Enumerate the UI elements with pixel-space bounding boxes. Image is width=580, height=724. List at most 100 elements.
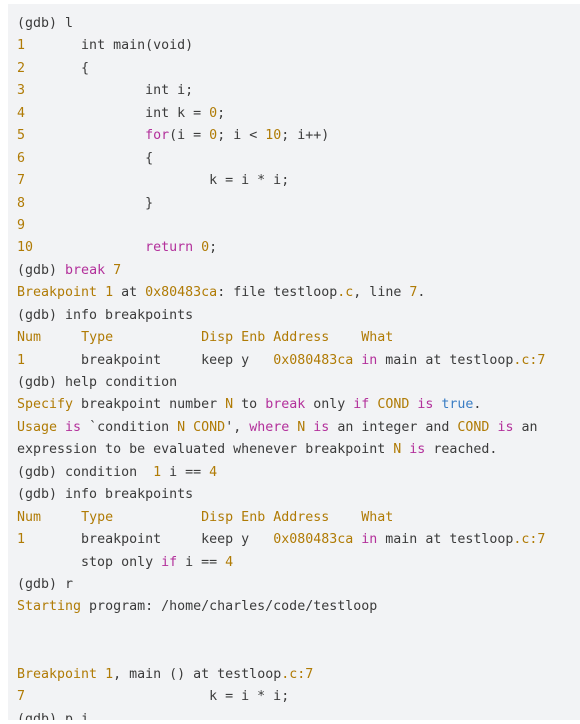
terminal-token: is — [313, 419, 330, 435]
terminal-output-panel[interactable]: (gdb) l1 int main(void) 2 {3 int i; 4 int … — [8, 4, 580, 720]
terminal-token: 6 — [17, 150, 26, 166]
terminal-token: reached. — [425, 442, 498, 458]
terminal-token: 0 — [209, 105, 218, 121]
terminal-token: { — [25, 60, 90, 76]
terminal-line: (gdb) info breakpoints — [17, 484, 580, 506]
terminal-token: true — [441, 397, 474, 413]
terminal-token: 0 — [209, 128, 218, 144]
terminal-line: 3 int i; — [17, 80, 580, 102]
terminal-token: main at testloop — [377, 352, 514, 368]
terminal-token: (gdb) l — [17, 16, 74, 31]
terminal-token: expression to be evaluated whenever brea… — [17, 442, 394, 458]
terminal-line: Specify breakpoint number N to break onl… — [17, 394, 580, 416]
terminal-token: is — [417, 397, 434, 413]
terminal-line: Breakpoint 1 at 0x80483ca: file testloop… — [17, 282, 580, 304]
terminal-token: Starting — [17, 599, 82, 615]
terminal-token: 1 — [153, 464, 162, 480]
terminal-token: breakpoint keep y — [25, 352, 274, 368]
terminal-token: 4 — [17, 105, 26, 121]
terminal-line: (gdb) condition 1 i == 4 — [17, 462, 580, 484]
terminal-token: if — [161, 554, 178, 570]
terminal-token: 8 — [17, 195, 26, 211]
terminal-token: Disp Enb Address — [201, 330, 330, 346]
terminal-line: (gdb) l — [17, 13, 580, 35]
terminal-line: (gdb) help condition — [17, 372, 580, 394]
terminal-token: 9 — [17, 217, 26, 233]
terminal-token: Breakpoint — [17, 666, 98, 682]
terminal-token: k = i * i; — [25, 173, 290, 189]
terminal-token: is — [497, 419, 514, 435]
terminal-line: (gdb) break 7 — [17, 260, 580, 282]
terminal-token: , line — [353, 285, 410, 301]
terminal-token: (gdb) — [17, 262, 66, 278]
terminal-line: (gdb) r — [17, 574, 580, 596]
terminal-line: Breakpoint 1, main () at testloop.c:7 — [17, 664, 580, 686]
terminal-line-list: (gdb) l1 int main(void) 2 {3 int i; 4 int … — [17, 13, 580, 720]
terminal-line: 1 int main(void) — [17, 35, 580, 57]
terminal-line: 1 breakpoint keep y 0x080483ca in main a… — [17, 350, 580, 372]
terminal-line: (gdb) info breakpoints — [17, 305, 580, 327]
terminal-token: program: /home/charles/code/testloop — [81, 599, 378, 615]
terminal-token: in — [361, 532, 378, 548]
terminal-line: 4 int k = 0; — [17, 103, 580, 125]
terminal-token: COND — [457, 419, 490, 435]
terminal-token: 1 — [105, 666, 114, 682]
terminal-token: 10 — [17, 240, 34, 256]
terminal-token: 4 — [209, 464, 218, 480]
terminal-line: 7 k = i * i; — [17, 170, 580, 192]
terminal-token: What — [361, 509, 394, 525]
terminal-line: (gdb) p i — [17, 709, 580, 720]
terminal-token: 1 — [105, 285, 114, 301]
terminal-token: Num — [17, 509, 42, 525]
terminal-token: Usage — [17, 419, 58, 435]
terminal-token: Breakpoint — [17, 285, 98, 301]
terminal-token: an — [513, 419, 538, 435]
terminal-token: is — [65, 419, 82, 435]
terminal-token: Specify — [17, 397, 74, 413]
terminal-line: 9 — [17, 215, 580, 237]
terminal-line: 2 { — [17, 58, 580, 80]
terminal-token: main at testloop — [377, 532, 514, 548]
terminal-token: : file testloop — [217, 285, 338, 301]
terminal-token: ; i++) — [281, 128, 330, 144]
terminal-token: COND — [377, 397, 410, 413]
terminal-token: for — [145, 128, 170, 144]
terminal-token: 0x080483ca — [273, 352, 354, 368]
terminal-token: if — [353, 397, 370, 413]
terminal-token: Num — [17, 330, 42, 346]
terminal-token: breakpoint number — [73, 397, 226, 413]
terminal-token: break — [265, 397, 306, 413]
terminal-token: .c:7 — [281, 666, 314, 682]
terminal-token: ; — [217, 105, 226, 121]
terminal-token: 7 — [17, 173, 26, 189]
terminal-line: 8 } — [17, 193, 580, 215]
terminal-token: int main(void) — [25, 38, 194, 54]
terminal-token: Type — [81, 509, 114, 525]
terminal-token: in — [361, 352, 378, 368]
terminal-token: an integer and — [329, 419, 458, 435]
terminal-token: 1 — [17, 38, 26, 54]
terminal-line: 5 for(i = 0; i < 10; i++) — [17, 125, 580, 147]
terminal-token: 3 — [17, 83, 26, 99]
terminal-token: 0 — [201, 240, 210, 256]
terminal-token: .c:7 — [513, 352, 546, 368]
terminal-line: 10 return 0; — [17, 237, 580, 259]
terminal-token: 10 — [265, 128, 282, 144]
terminal-token: Disp Enb Address — [201, 509, 330, 525]
terminal-token: (i = — [169, 128, 210, 144]
terminal-line: 7 k = i * i; — [17, 686, 580, 708]
terminal-token: ; i < — [217, 128, 266, 144]
terminal-token: N COND — [177, 419, 226, 435]
terminal-token: N — [225, 397, 234, 413]
terminal-token: 0x080483ca — [273, 532, 354, 548]
